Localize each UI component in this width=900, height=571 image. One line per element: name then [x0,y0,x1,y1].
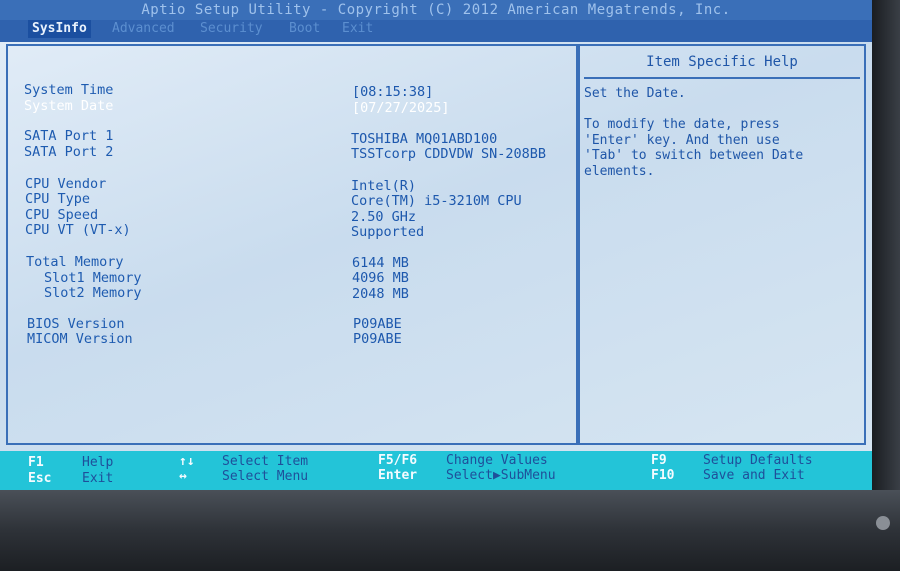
monitor-bezel-right [872,0,900,490]
tab-exit[interactable]: Exit [342,20,373,38]
enter-desc: Select▶SubMenu [446,468,556,483]
updown-desc: Select Item [222,454,309,469]
f5f6-desc: Change Values [446,453,548,468]
cpu-type-label: CPU Type [25,191,91,207]
slot2-memory-value: 2048 MB [352,286,409,302]
left-right-arrows-icon: ↔ [179,469,187,484]
key-legend-bar: F1 Help Esc Exit ↑↓ Select Item ↔ Select… [0,451,872,490]
cpu-type-value: Core(TM) i5-3210M CPU [351,193,522,209]
tab-divider [0,38,872,42]
cpu-vt-value: Supported [351,224,425,240]
enter-key: Enter [378,468,418,483]
system-date-value[interactable]: [07/27/2025] [352,100,450,116]
tab-boot[interactable]: Boot [289,20,320,38]
help-divider [584,77,860,79]
bios-version-value: P09ABE [353,316,402,332]
total-memory-label: Total Memory [26,254,124,270]
esc-desc: Exit [82,471,114,486]
micom-version-label: MICOM Version [27,331,133,347]
cpu-speed-label: CPU Speed [25,207,99,223]
f1-key: F1 [28,455,44,470]
tab-sysinfo[interactable]: SysInfo [28,20,91,38]
help-text-summary: Set the Date. [584,86,686,101]
cpu-vendor-label: CPU Vendor [25,176,107,192]
esc-key: Esc [28,471,52,486]
tab-security[interactable]: Security [200,20,263,38]
f1-desc: Help [82,455,114,470]
monitor-bezel-bottom [0,490,900,571]
slot1-memory-label: Slot1 Memory [44,270,142,286]
total-memory-value: 6144 MB [352,255,409,271]
system-date-label: System Date [24,98,114,114]
up-down-arrows-icon: ↑↓ [179,454,195,469]
sata-port-2-label: SATA Port 2 [24,144,114,160]
f10-key: F10 [651,468,675,483]
cpu-vt-label: CPU VT (VT-x) [25,222,131,238]
f5f6-key: F5/F6 [378,453,418,468]
sata-port-1-label: SATA Port 1 [24,128,114,144]
leftright-desc: Select Menu [222,469,309,484]
system-time-label: System Time [24,82,114,98]
power-led-icon [876,516,890,530]
cpu-vendor-value: Intel(R) [351,178,417,194]
cpu-speed-value: 2.50 GHz [351,209,417,225]
slot2-memory-label: Slot2 Memory [44,285,142,301]
tab-advanced[interactable]: Advanced [112,20,175,38]
sata-port-2-value: TSSTcorp CDDVDW SN-208BB [351,146,547,162]
sata-port-1-value: TOSHIBA MQ01ABD100 [351,131,498,147]
help-text-detail: To modify the date, press 'Enter' key. A… [584,117,804,179]
tab-bar: SysInfo Advanced Security Boot Exit [0,20,872,38]
help-title: Item Specific Help [646,54,798,70]
help-panel: Item Specific Help Set the Date. To modi… [578,44,866,445]
window-title: Aptio Setup Utility - Copyright (C) 2012… [0,0,872,20]
system-time-value[interactable]: [08:15:38] [352,84,433,100]
bios-version-label: BIOS Version [27,316,125,332]
f9-key: F9 [651,453,667,468]
micom-version-value: P09ABE [353,331,402,347]
f10-desc: Save and Exit [703,468,805,483]
f9-desc: Setup Defaults [703,453,813,468]
slot1-memory-value: 4096 MB [352,270,409,286]
bios-screen: Aptio Setup Utility - Copyright (C) 2012… [0,0,872,490]
